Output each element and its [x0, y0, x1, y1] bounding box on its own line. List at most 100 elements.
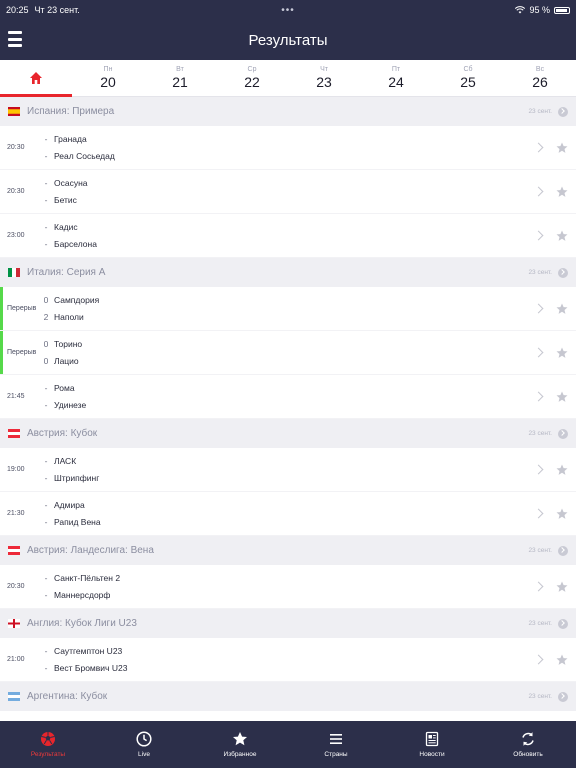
chevron-right-icon[interactable] [533, 186, 544, 197]
chevron-right-circle-icon[interactable] [558, 618, 568, 629]
day-tab-20[interactable]: Пн 20 [72, 60, 144, 96]
match-teams: - Гранада - Реал Сосьедад [38, 134, 535, 161]
away-team-name: Вест Бромвич U23 [54, 663, 128, 673]
match-teams: - Адмира - Рапид Вена [38, 500, 535, 527]
away-score: 0 [43, 356, 49, 366]
favorite-star-icon[interactable] [556, 347, 568, 359]
home-team: - Адмира [38, 500, 535, 510]
chevron-right-circle-icon[interactable] [558, 545, 568, 556]
league-header[interactable]: Австрия: Кубок 23 сент. [0, 419, 576, 448]
wifi-icon [515, 6, 526, 14]
day-tab-23[interactable]: Чт 23 [288, 60, 360, 96]
home-score: - [44, 134, 48, 144]
chevron-right-icon[interactable] [533, 142, 544, 153]
league-header[interactable]: Аргентина: Кубок 23 сент. [0, 682, 576, 711]
home-team-name: Санкт-Пёльтен 2 [54, 573, 121, 583]
day-name: Ср [247, 66, 257, 73]
away-score: 2 [43, 312, 49, 322]
multitasking-dots[interactable]: ••• [281, 5, 295, 16]
favorite-star-icon[interactable] [556, 581, 568, 593]
match-row[interactable]: 19:00 - ЛАСК - Штрипфинг [0, 448, 576, 492]
chevron-right-circle-icon[interactable] [558, 691, 568, 702]
league-header[interactable]: Англия: Кубок Лиги U23 23 сент. [0, 609, 576, 638]
favorite-star-icon[interactable] [556, 230, 568, 242]
day-tab-22[interactable]: Ср 22 [216, 60, 288, 96]
tab-newspaper[interactable]: Новости [384, 721, 480, 768]
day-tab-24[interactable]: Пт 24 [360, 60, 432, 96]
favorite-star-icon[interactable] [556, 508, 568, 520]
chevron-right-icon[interactable] [533, 347, 544, 358]
away-team: - Удинезе [38, 400, 535, 410]
home-score: - [44, 573, 48, 583]
favorite-star-icon[interactable] [556, 186, 568, 198]
away-team: 0 Лацио [38, 356, 535, 366]
results-list[interactable]: Испания: Примера 23 сент. 20:30 - Гранада… [0, 97, 576, 721]
match-row[interactable]: 20:30 - Санкт-Пёльтен 2 - Маннерсдорф [0, 565, 576, 609]
app-header: Результаты [0, 20, 576, 60]
tab-label: Результаты [30, 751, 66, 758]
chevron-right-icon[interactable] [533, 508, 544, 519]
day-number: 21 [172, 74, 188, 90]
day-tab-25[interactable]: Сб 25 [432, 60, 504, 96]
tab-label: Страны [324, 751, 348, 758]
home-team: - Санкт-Пёльтен 2 [38, 573, 535, 583]
chevron-right-icon[interactable] [533, 230, 544, 241]
match-row[interactable]: Перерыв 0 Торино 0 Лацио [0, 331, 576, 375]
tab-refresh[interactable]: Обновить [480, 721, 576, 768]
away-score: - [44, 663, 48, 673]
away-score: - [44, 239, 48, 249]
status-time: 20:25 [6, 5, 29, 15]
league-header[interactable]: Италия: Серия А 23 сент. [0, 258, 576, 287]
home-team-name: Кадис [54, 222, 78, 232]
match-teams: - Осасуна - Бетис [38, 178, 535, 205]
day-tab-26[interactable]: Вс 26 [504, 60, 576, 96]
away-team: - Вест Бромвич U23 [38, 663, 535, 673]
match-teams: 0 Сампдория 2 Наполи [38, 295, 535, 322]
match-row[interactable]: 20:30 - Осасуна - Бетис [0, 170, 576, 214]
league-header[interactable]: Австрия: Ландеслига: Вена 23 сент. [0, 536, 576, 565]
home-team: - Кадис [38, 222, 535, 232]
away-score: - [44, 195, 48, 205]
day-today-home[interactable] [0, 60, 72, 97]
newspaper-icon [425, 731, 439, 747]
away-team-name: Лацио [54, 356, 79, 366]
chevron-right-icon[interactable] [533, 581, 544, 592]
home-team: - Гранада [38, 134, 535, 144]
match-row[interactable]: 20:30 - Гранада - Реал Сосьедад [0, 126, 576, 170]
away-score: - [44, 590, 48, 600]
chevron-right-circle-icon[interactable] [558, 428, 568, 439]
chevron-right-icon[interactable] [533, 391, 544, 402]
chevron-right-circle-icon[interactable] [558, 106, 568, 117]
home-score: - [44, 456, 48, 466]
favorite-star-icon[interactable] [556, 142, 568, 154]
home-score: - [44, 646, 48, 656]
chevron-right-icon[interactable] [533, 303, 544, 314]
match-row[interactable]: Перерыв 0 Сампдория 2 Наполи [0, 287, 576, 331]
day-tab-21[interactable]: Вт 21 [144, 60, 216, 96]
favorite-star-icon[interactable] [556, 654, 568, 666]
tab-list[interactable]: Страны [288, 721, 384, 768]
match-row[interactable]: 21:30 - Адмира - Рапид Вена [0, 492, 576, 536]
day-name: Сб [463, 66, 473, 73]
home-score: - [44, 383, 48, 393]
chevron-right-circle-icon[interactable] [558, 267, 568, 278]
hamburger-menu-icon[interactable] [8, 31, 22, 47]
match-row[interactable]: 23:00 - Кадис - Барселона [0, 214, 576, 258]
match-time: 21:00 [7, 656, 25, 663]
league-name: Италия: Серия А [27, 267, 106, 278]
favorite-star-icon[interactable] [556, 464, 568, 476]
match-time: 23:00 [7, 232, 25, 239]
tab-star[interactable]: Избранное [192, 721, 288, 768]
league-header[interactable]: Испания: Примера 23 сент. [0, 97, 576, 126]
match-time: Перерыв [7, 349, 37, 356]
match-row[interactable]: 21:45 - Рома - Удинезе [0, 375, 576, 419]
chevron-right-icon[interactable] [533, 464, 544, 475]
tab-ball[interactable]: Результаты [0, 721, 96, 768]
chevron-right-icon[interactable] [533, 654, 544, 665]
favorite-star-icon[interactable] [556, 303, 568, 315]
away-team-name: Наполи [54, 312, 84, 322]
home-team-name: Саутгемптон U23 [54, 646, 123, 656]
favorite-star-icon[interactable] [556, 391, 568, 403]
match-row[interactable]: 21:00 - Саутгемптон U23 - Вест Бромвич U23 [0, 638, 576, 682]
tab-clock[interactable]: Live [96, 721, 192, 768]
